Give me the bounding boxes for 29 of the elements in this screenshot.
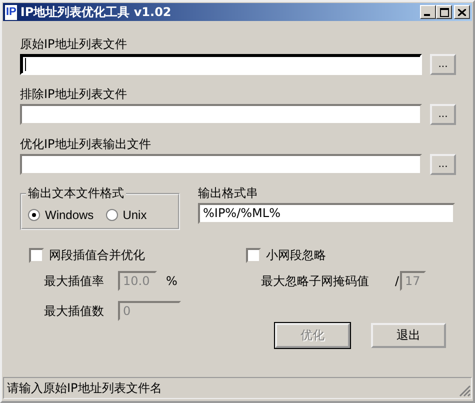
field-label: 输出格式串 — [198, 185, 259, 201]
minimize-button[interactable] — [420, 5, 436, 19]
maximize-button[interactable] — [436, 5, 452, 19]
group-title: 输出文本文件格式 — [26, 186, 126, 200]
field-label: 原始IP地址列表文件 — [20, 36, 128, 52]
browse-button[interactable]: ... — [430, 154, 456, 175]
action-button[interactable]: 退出 — [371, 323, 446, 348]
app-icon: IP — [5, 4, 18, 20]
radio-option[interactable]: Unix — [106, 208, 147, 222]
field-label: 最大插值数 — [44, 302, 105, 320]
radio-option[interactable]: Windows — [28, 208, 94, 222]
browse-button[interactable]: ... — [430, 54, 456, 75]
close-button[interactable] — [454, 5, 470, 19]
slash-label: / — [395, 274, 400, 288]
field-label: 最大插值率 — [44, 272, 105, 290]
field-label: 排除IP地址列表文件 — [20, 86, 128, 102]
field-label: 优化IP地址列表输出文件 — [20, 136, 152, 152]
checkbox-option[interactable]: 网段插值合并优化 — [29, 247, 246, 263]
resize-grip-icon[interactable] — [459, 385, 471, 397]
field-label: 最大忽略子网掩码值 — [261, 272, 369, 290]
checkbox-option[interactable]: 小网段忽略 — [246, 247, 426, 263]
format-string-field[interactable]: %IP%/%ML% — [198, 203, 455, 224]
close-icon — [458, 8, 466, 16]
window-title: IP地址列表优化工具 v1.02 — [20, 4, 172, 20]
status-text: 请输入原始IP地址列表文件名 — [7, 380, 162, 396]
maximize-icon — [440, 8, 448, 16]
unit-label: % — [166, 274, 178, 288]
browse-button[interactable]: ... — [430, 104, 456, 125]
file-path-field[interactable] — [20, 54, 422, 75]
